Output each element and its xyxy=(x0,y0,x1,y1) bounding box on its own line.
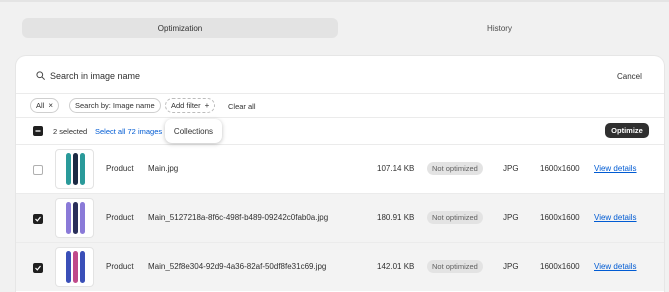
row-checkbox[interactable] xyxy=(33,165,43,175)
product-thumbnail xyxy=(55,247,94,287)
view-details-link[interactable]: View details xyxy=(594,262,637,271)
filter-chip-label: All xyxy=(36,101,45,110)
cancel-button[interactable]: Cancel xyxy=(617,72,642,81)
search-input[interactable] xyxy=(50,68,570,84)
filter-chip-label: Search by: Image name xyxy=(75,101,155,110)
checkmark-icon xyxy=(35,216,41,222)
checkmark-icon xyxy=(35,265,41,271)
filter-chip-search-by[interactable]: Search by: Image name xyxy=(69,98,161,113)
row-file-size: 142.01 KB xyxy=(377,262,415,271)
search-row: Cancel xyxy=(16,56,664,94)
select-all-checkbox[interactable] xyxy=(33,126,43,136)
row-type: Product xyxy=(106,164,134,173)
row-format: JPG xyxy=(503,164,519,173)
images-card: Cancel All × Search by: Image name Add f… xyxy=(16,56,664,292)
clear-all-button[interactable]: Clear all xyxy=(228,102,256,111)
row-checkbox[interactable] xyxy=(33,263,43,273)
view-details-link[interactable]: View details xyxy=(594,164,637,173)
product-thumbnail xyxy=(55,149,94,189)
row-image-name: Main_52f8e304-92d9-4a36-82af-50df8fe31c6… xyxy=(148,262,327,271)
table-row[interactable]: Product Main.jpg 107.14 KB Not optimized… xyxy=(16,144,664,193)
tab-history[interactable]: History xyxy=(340,18,659,38)
tab-optimization[interactable]: Optimization xyxy=(22,18,338,38)
row-dimensions: 1600x1600 xyxy=(540,213,580,222)
row-dimensions: 1600x1600 xyxy=(540,262,580,271)
plus-icon: + xyxy=(204,101,210,110)
filter-row: All × Search by: Image name Add filter +… xyxy=(16,94,664,118)
add-filter-label: Add filter xyxy=(171,101,201,110)
row-image-name: Main.jpg xyxy=(148,164,179,173)
row-format: JPG xyxy=(503,213,519,222)
add-filter-button[interactable]: Add filter + xyxy=(165,98,216,113)
row-image-name: Main_5127218a-8f6c-498f-b489-09242c0fab0… xyxy=(148,213,329,222)
select-all-images-link[interactable]: Select all 72 images xyxy=(95,127,162,136)
row-format: JPG xyxy=(503,262,519,271)
close-icon[interactable]: × xyxy=(48,101,53,110)
row-dimensions: 1600x1600 xyxy=(540,164,580,173)
status-badge: Not optimized xyxy=(427,162,483,175)
table-row[interactable]: Product Main_52f8e304-92d9-4a36-82af-50d… xyxy=(16,242,664,291)
row-file-size: 180.91 KB xyxy=(377,213,415,222)
tab-bar: Optimization History xyxy=(22,18,659,38)
row-file-size: 107.14 KB xyxy=(377,164,415,173)
minus-icon xyxy=(35,130,41,132)
table-row[interactable]: Product Main_5127218a-8f6c-498f-b489-092… xyxy=(16,193,664,242)
row-type: Product xyxy=(106,262,134,271)
selected-count: 2 selected xyxy=(53,127,88,136)
view-details-link[interactable]: View details xyxy=(594,213,637,222)
row-type: Product xyxy=(106,213,134,222)
status-badge: Not optimized xyxy=(427,260,483,273)
top-card-edge xyxy=(0,0,669,2)
status-badge: Not optimized xyxy=(427,211,483,224)
search-icon xyxy=(36,71,45,80)
bulk-actions-row: 2 selected Select all 72 images Optimize xyxy=(16,118,664,144)
optimize-button[interactable]: Optimize xyxy=(605,123,649,138)
filter-chip-all[interactable]: All × xyxy=(30,98,60,113)
collections-filter-option[interactable]: Collections xyxy=(165,119,222,143)
product-thumbnail xyxy=(55,198,94,238)
row-checkbox[interactable] xyxy=(33,214,43,224)
